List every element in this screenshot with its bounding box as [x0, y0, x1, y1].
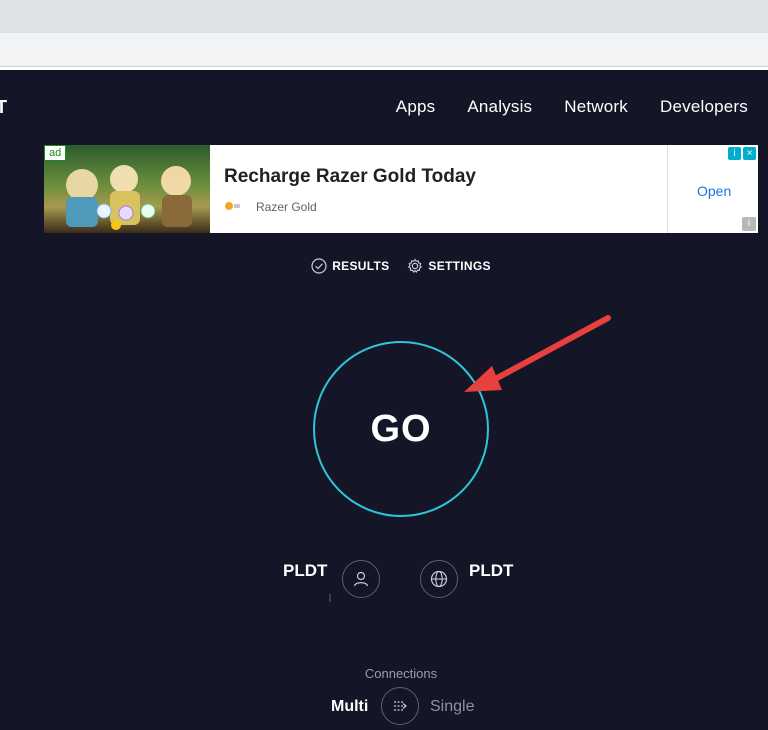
close-icon[interactable]: × — [743, 147, 756, 160]
ad-divider — [667, 145, 668, 233]
connection-toggle-icon[interactable] — [381, 687, 419, 725]
speedtest-page: T Apps Analysis Network Developers ad Re… — [0, 70, 768, 730]
nav-network[interactable]: Network — [564, 97, 628, 117]
ad-choices: i × — [728, 147, 756, 160]
isp-name: PLDT — [283, 561, 328, 580]
ad-open-button[interactable]: Open — [697, 183, 731, 199]
settings-label: SETTINGS — [428, 259, 491, 273]
browser-address-bar[interactable] — [0, 33, 768, 67]
connections-title: Connections — [364, 666, 438, 681]
nav-developers[interactable]: Developers — [660, 97, 748, 117]
advertisement-banner[interactable]: ad Recharge Razer Gold Today Razer Gold … — [44, 145, 758, 233]
user-icon[interactable] — [342, 560, 380, 598]
results-settings-bar: RESULTS SETTINGS — [0, 258, 768, 274]
settings-toggle[interactable]: SETTINGS — [407, 258, 491, 274]
connections-single[interactable]: Single — [430, 698, 474, 716]
ad-game-artwork[interactable]: ad — [44, 145, 210, 233]
ad-title[interactable]: Recharge Razer Gold Today — [224, 166, 476, 188]
info-icon[interactable]: i — [728, 147, 741, 160]
site-logo[interactable]: T — [0, 97, 7, 118]
results-toggle[interactable]: RESULTS — [311, 258, 389, 274]
top-nav: Apps Analysis Network Developers — [396, 97, 748, 117]
nav-apps[interactable]: Apps — [396, 97, 436, 117]
check-circle-icon — [311, 258, 327, 274]
connections-multi[interactable]: Multi — [331, 698, 368, 716]
go-label: GO — [370, 407, 432, 450]
globe-icon[interactable] — [420, 560, 458, 598]
ad-brand: Razer Gold — [256, 200, 317, 214]
ad-info-icon[interactable]: i — [742, 217, 756, 231]
ad-badge: ad — [44, 145, 67, 161]
annotation-arrow-icon — [464, 315, 611, 392]
razer-gold-icon — [225, 202, 240, 210]
nav-analysis[interactable]: Analysis — [467, 97, 532, 117]
gear-icon — [408, 258, 423, 274]
isp-indicator — [329, 594, 331, 602]
server-name[interactable]: PLDT — [469, 561, 513, 581]
browser-tab-strip — [0, 0, 768, 33]
results-label: RESULTS — [332, 259, 390, 273]
